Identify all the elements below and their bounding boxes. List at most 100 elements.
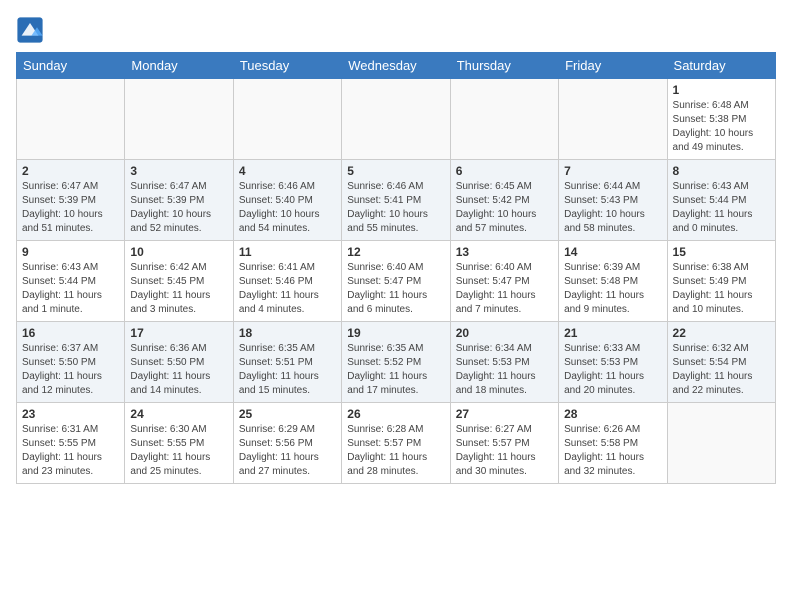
day-number: 11 (239, 245, 336, 259)
calendar-cell: 20 Sunrise: 6:34 AM Sunset: 5:53 PM Dayli… (450, 322, 558, 403)
calendar-cell: 8 Sunrise: 6:43 AM Sunset: 5:44 PM Daylig… (667, 160, 775, 241)
calendar-cell: 17 Sunrise: 6:36 AM Sunset: 5:50 PM Dayli… (125, 322, 233, 403)
day-number: 4 (239, 164, 336, 178)
day-info: Sunrise: 6:29 AM Sunset: 5:56 PM Dayligh… (239, 423, 336, 479)
day-info: Sunrise: 6:26 AM Sunset: 5:58 PM Dayligh… (564, 423, 661, 479)
calendar-cell (17, 79, 125, 160)
day-info: Sunrise: 6:43 AM Sunset: 5:44 PM Dayligh… (673, 180, 770, 236)
day-info: Sunrise: 6:35 AM Sunset: 5:51 PM Dayligh… (239, 342, 336, 398)
calendar-cell: 27 Sunrise: 6:27 AM Sunset: 5:57 PM Dayli… (450, 403, 558, 484)
calendar-cell: 14 Sunrise: 6:39 AM Sunset: 5:48 PM Dayli… (559, 241, 667, 322)
day-info: Sunrise: 6:36 AM Sunset: 5:50 PM Dayligh… (130, 342, 227, 398)
weekday-header-wednesday: Wednesday (342, 53, 450, 79)
day-number: 10 (130, 245, 227, 259)
day-number: 25 (239, 407, 336, 421)
day-number: 2 (22, 164, 119, 178)
day-number: 3 (130, 164, 227, 178)
day-info: Sunrise: 6:44 AM Sunset: 5:43 PM Dayligh… (564, 180, 661, 236)
weekday-header-monday: Monday (125, 53, 233, 79)
calendar-cell: 24 Sunrise: 6:30 AM Sunset: 5:55 PM Dayli… (125, 403, 233, 484)
weekday-header-tuesday: Tuesday (233, 53, 341, 79)
day-info: Sunrise: 6:46 AM Sunset: 5:41 PM Dayligh… (347, 180, 444, 236)
day-info: Sunrise: 6:43 AM Sunset: 5:44 PM Dayligh… (22, 261, 119, 317)
day-number: 6 (456, 164, 553, 178)
calendar-cell: 9Sunrise: 6:43 AM Sunset: 5:44 PM Daylig… (17, 241, 125, 322)
weekday-header-thursday: Thursday (450, 53, 558, 79)
day-number: 7 (564, 164, 661, 178)
day-number: 24 (130, 407, 227, 421)
day-number: 28 (564, 407, 661, 421)
day-number: 8 (673, 164, 770, 178)
calendar-cell (342, 79, 450, 160)
calendar-cell: 1 Sunrise: 6:48 AM Sunset: 5:38 PM Daylig… (667, 79, 775, 160)
calendar-cell: 10 Sunrise: 6:42 AM Sunset: 5:45 PM Dayli… (125, 241, 233, 322)
day-info: Sunrise: 6:47 AM Sunset: 5:39 PM Dayligh… (22, 180, 119, 236)
day-number: 1 (673, 83, 770, 97)
day-info: Sunrise: 6:41 AM Sunset: 5:46 PM Dayligh… (239, 261, 336, 317)
day-info: Sunrise: 6:27 AM Sunset: 5:57 PM Dayligh… (456, 423, 553, 479)
weekday-header-friday: Friday (559, 53, 667, 79)
day-info: Sunrise: 6:40 AM Sunset: 5:47 PM Dayligh… (456, 261, 553, 317)
day-info: Sunrise: 6:48 AM Sunset: 5:38 PM Dayligh… (673, 99, 770, 155)
day-info: Sunrise: 6:42 AM Sunset: 5:45 PM Dayligh… (130, 261, 227, 317)
calendar-cell: 5 Sunrise: 6:46 AM Sunset: 5:41 PM Daylig… (342, 160, 450, 241)
calendar-cell: 2 Sunrise: 6:47 AM Sunset: 5:39 PM Daylig… (17, 160, 125, 241)
day-number: 26 (347, 407, 444, 421)
calendar-week-row: 1 Sunrise: 6:48 AM Sunset: 5:38 PM Daylig… (17, 79, 776, 160)
day-number: 22 (673, 326, 770, 340)
day-info: Sunrise: 6:34 AM Sunset: 5:53 PM Dayligh… (456, 342, 553, 398)
day-info: Sunrise: 6:33 AM Sunset: 5:53 PM Dayligh… (564, 342, 661, 398)
calendar-cell: 21 Sunrise: 6:33 AM Sunset: 5:53 PM Dayli… (559, 322, 667, 403)
day-info: Sunrise: 6:45 AM Sunset: 5:42 PM Dayligh… (456, 180, 553, 236)
calendar-cell: 19 Sunrise: 6:35 AM Sunset: 5:52 PM Dayli… (342, 322, 450, 403)
weekday-header-sunday: Sunday (17, 53, 125, 79)
calendar-cell (233, 79, 341, 160)
calendar-cell: 13 Sunrise: 6:40 AM Sunset: 5:47 PM Dayli… (450, 241, 558, 322)
calendar-cell: 15Sunrise: 6:38 AM Sunset: 5:49 PM Dayli… (667, 241, 775, 322)
calendar-cell: 11 Sunrise: 6:41 AM Sunset: 5:46 PM Dayli… (233, 241, 341, 322)
day-number: 21 (564, 326, 661, 340)
day-info: Sunrise: 6:30 AM Sunset: 5:55 PM Dayligh… (130, 423, 227, 479)
weekday-header-row: SundayMondayTuesdayWednesdayThursdayFrid… (17, 53, 776, 79)
day-number: 18 (239, 326, 336, 340)
calendar-week-row: 16 Sunrise: 6:37 AM Sunset: 5:50 PM Dayli… (17, 322, 776, 403)
day-info: Sunrise: 6:46 AM Sunset: 5:40 PM Dayligh… (239, 180, 336, 236)
logo (16, 16, 48, 44)
day-number: 13 (456, 245, 553, 259)
calendar-cell (559, 79, 667, 160)
day-info: Sunrise: 6:35 AM Sunset: 5:52 PM Dayligh… (347, 342, 444, 398)
calendar-cell: 7 Sunrise: 6:44 AM Sunset: 5:43 PM Daylig… (559, 160, 667, 241)
logo-icon (16, 16, 44, 44)
calendar-cell: 25 Sunrise: 6:29 AM Sunset: 5:56 PM Dayli… (233, 403, 341, 484)
day-number: 5 (347, 164, 444, 178)
day-number: 19 (347, 326, 444, 340)
calendar-cell: 3Sunrise: 6:47 AM Sunset: 5:39 PM Daylig… (125, 160, 233, 241)
day-number: 16 (22, 326, 119, 340)
calendar-cell: 6 Sunrise: 6:45 AM Sunset: 5:42 PM Daylig… (450, 160, 558, 241)
day-info: Sunrise: 6:39 AM Sunset: 5:48 PM Dayligh… (564, 261, 661, 317)
calendar-cell: 4 Sunrise: 6:46 AM Sunset: 5:40 PM Daylig… (233, 160, 341, 241)
day-info: Sunrise: 6:31 AM Sunset: 5:55 PM Dayligh… (22, 423, 119, 479)
calendar-cell: 26 Sunrise: 6:28 AM Sunset: 5:57 PM Dayli… (342, 403, 450, 484)
page-header (16, 16, 776, 44)
calendar-cell: 12 Sunrise: 6:40 AM Sunset: 5:47 PM Dayli… (342, 241, 450, 322)
day-number: 20 (456, 326, 553, 340)
day-info: Sunrise: 6:28 AM Sunset: 5:57 PM Dayligh… (347, 423, 444, 479)
day-info: Sunrise: 6:38 AM Sunset: 5:49 PM Dayligh… (673, 261, 770, 317)
day-number: 17 (130, 326, 227, 340)
day-number: 12 (347, 245, 444, 259)
calendar-cell: 22 Sunrise: 6:32 AM Sunset: 5:54 PM Dayli… (667, 322, 775, 403)
day-info: Sunrise: 6:37 AM Sunset: 5:50 PM Dayligh… (22, 342, 119, 398)
weekday-header-saturday: Saturday (667, 53, 775, 79)
calendar-table: SundayMondayTuesdayWednesdayThursdayFrid… (16, 52, 776, 484)
calendar-week-row: 23 Sunrise: 6:31 AM Sunset: 5:55 PM Dayli… (17, 403, 776, 484)
calendar-cell (450, 79, 558, 160)
calendar-cell: 18 Sunrise: 6:35 AM Sunset: 5:51 PM Dayli… (233, 322, 341, 403)
day-number: 27 (456, 407, 553, 421)
calendar-cell: 16 Sunrise: 6:37 AM Sunset: 5:50 PM Dayli… (17, 322, 125, 403)
day-info: Sunrise: 6:40 AM Sunset: 5:47 PM Dayligh… (347, 261, 444, 317)
day-info: Sunrise: 6:32 AM Sunset: 5:54 PM Dayligh… (673, 342, 770, 398)
calendar-cell (667, 403, 775, 484)
day-number: 14 (564, 245, 661, 259)
day-number: 23 (22, 407, 119, 421)
